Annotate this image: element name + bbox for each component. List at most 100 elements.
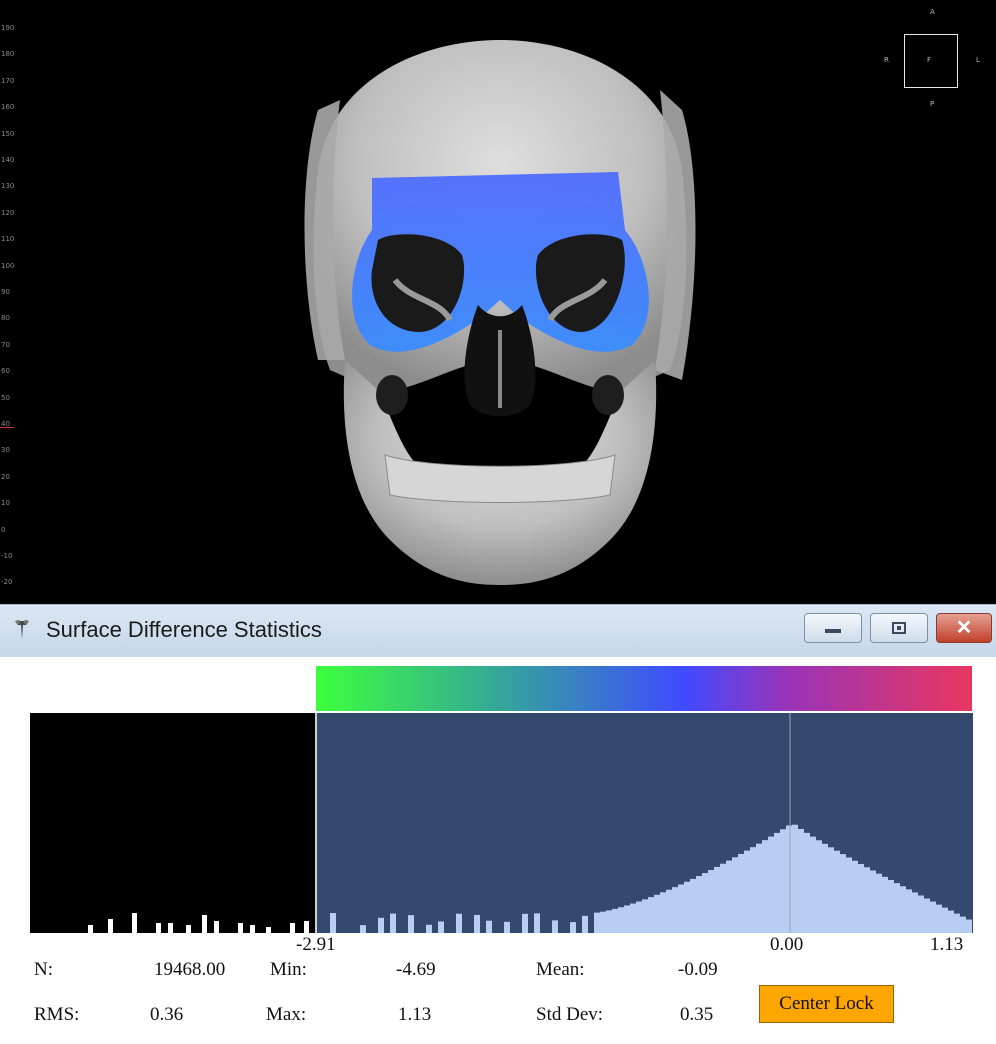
minimize-icon xyxy=(825,629,841,633)
histogram-bar xyxy=(714,866,720,933)
histogram-bar xyxy=(88,925,93,933)
histogram-bar xyxy=(438,921,444,933)
n-label: N: xyxy=(34,959,53,980)
histogram-bar xyxy=(684,881,690,933)
histogram-bar xyxy=(726,860,732,933)
histogram-bar xyxy=(290,923,295,933)
dialog-title: Surface Difference Statistics xyxy=(46,617,322,642)
histogram-bar xyxy=(618,907,624,933)
maximize-button[interactable] xyxy=(870,613,928,643)
histogram-bar xyxy=(654,894,660,933)
histogram-bar xyxy=(918,895,924,933)
orientation-bottom-label: P xyxy=(930,100,935,108)
histogram-bar xyxy=(486,920,492,933)
histogram-bar xyxy=(924,898,930,933)
histogram-bar xyxy=(648,897,654,933)
histogram-bar xyxy=(168,923,173,933)
orientation-cube[interactable]: A R F L P xyxy=(880,4,990,112)
histogram-bar xyxy=(822,843,828,933)
histogram-bar xyxy=(266,927,271,933)
histogram-bar xyxy=(738,853,744,933)
histogram-bar xyxy=(720,863,726,933)
histogram-bar xyxy=(660,892,666,933)
histogram-bar xyxy=(816,840,822,933)
histogram-bar xyxy=(390,913,396,933)
histogram-bar xyxy=(570,922,576,933)
histogram-bar xyxy=(780,829,786,933)
histogram-bar xyxy=(238,923,243,933)
histogram-bar xyxy=(858,864,864,933)
histogram-bar xyxy=(672,887,678,933)
max-value: 1.13 xyxy=(398,1004,432,1025)
histogram-bar xyxy=(552,920,558,933)
histogram-bar xyxy=(690,878,696,933)
difference-histogram xyxy=(30,713,973,933)
center-lock-button[interactable]: Center Lock xyxy=(759,985,894,1023)
histogram-bar xyxy=(960,916,966,933)
teeth-row xyxy=(384,454,616,503)
histogram-bar xyxy=(474,914,480,933)
min-value: -4.69 xyxy=(396,959,436,980)
histogram-bar xyxy=(642,899,648,933)
histogram-bar xyxy=(582,915,588,933)
histogram-bar xyxy=(798,828,804,933)
histogram-bar xyxy=(214,921,219,933)
histogram-bar xyxy=(732,857,738,933)
histogram-bar xyxy=(900,886,906,933)
histogram-bar xyxy=(762,840,768,933)
histogram-bar xyxy=(612,908,618,933)
histogram-out-of-range-region xyxy=(30,713,316,933)
histogram-bar xyxy=(600,911,606,933)
histogram-bar xyxy=(630,903,636,933)
histogram-bar xyxy=(624,905,630,933)
histogram-bar xyxy=(408,915,414,933)
histogram-bar xyxy=(378,917,384,933)
histogram-bar xyxy=(456,913,462,933)
histogram-bar xyxy=(360,925,366,933)
minimize-button[interactable] xyxy=(804,613,862,643)
mean-label: Mean: xyxy=(536,959,585,980)
histogram-bar xyxy=(954,913,960,933)
histogram-bar xyxy=(966,919,972,933)
max-label: Max: xyxy=(266,1004,307,1025)
histogram-bar xyxy=(636,901,642,933)
histogram-bar xyxy=(156,923,161,933)
histogram-bar xyxy=(840,854,846,933)
histogram-bar xyxy=(522,913,528,933)
histogram-bar xyxy=(870,870,876,933)
min-label: Min: xyxy=(270,959,307,980)
histogram-bar xyxy=(948,910,954,933)
histogram-bar xyxy=(792,824,798,933)
histogram-min-label: -2.91 xyxy=(296,934,336,955)
histogram-bar xyxy=(702,873,708,933)
histogram-bar xyxy=(426,924,432,933)
histogram-bar xyxy=(894,883,900,933)
histogram-bar xyxy=(750,847,756,933)
n-value: 19468.00 xyxy=(154,959,226,980)
orientation-top-label: A xyxy=(930,8,935,16)
histogram-bar xyxy=(594,912,600,933)
std-dev-value: 0.35 xyxy=(680,1004,714,1025)
orientation-box[interactable]: F xyxy=(904,34,958,88)
histogram-bar xyxy=(696,875,702,933)
close-button[interactable]: ✕ xyxy=(936,613,992,643)
3d-viewport[interactable]: 190 180 170 160 150 140 130 120 110 100 90 80 70 60 50… xyxy=(0,0,996,604)
histogram-max-label: 1.13 xyxy=(930,934,964,955)
orientation-left-label: R xyxy=(884,56,889,64)
close-icon: ✕ xyxy=(955,617,973,639)
histogram-bar xyxy=(906,889,912,933)
histogram-bar xyxy=(942,907,948,933)
histogram-bar xyxy=(330,913,336,933)
histogram-bar xyxy=(912,892,918,933)
surface-difference-dialog: Surface Difference Statistics ✕ -2.91 0.… xyxy=(0,604,996,1044)
histogram-bar xyxy=(666,889,672,933)
dialog-titlebar[interactable]: Surface Difference Statistics ✕ xyxy=(0,604,996,657)
histogram-bar xyxy=(678,884,684,933)
app-icon xyxy=(15,620,29,639)
histogram-bar xyxy=(864,867,870,933)
histogram-bar xyxy=(304,921,309,933)
skull-3d-model[interactable] xyxy=(0,0,996,604)
histogram-bar xyxy=(744,850,750,933)
histogram-bar xyxy=(810,836,816,933)
histogram-bar xyxy=(786,825,792,933)
